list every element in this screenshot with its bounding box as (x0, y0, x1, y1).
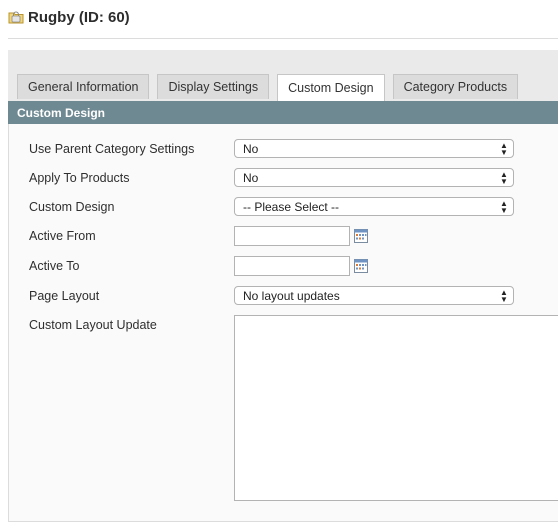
active-to-input[interactable] (234, 256, 350, 276)
page-layout-select[interactable]: No layout updates ▲ ▼ (234, 286, 514, 305)
active-from-input[interactable] (234, 226, 350, 246)
tab-strip: General Information Display Settings Cus… (8, 50, 558, 101)
calendar-icon[interactable] (354, 259, 368, 273)
tab-category-products[interactable]: Category Products (392, 74, 519, 99)
custom-design-label: Custom Design (29, 200, 115, 214)
active-from-label: Active From (29, 229, 96, 243)
active-to-label: Active To (29, 259, 80, 273)
custom-layout-update-label: Custom Layout Update (29, 318, 157, 332)
select-arrows-icon: ▲ ▼ (500, 288, 508, 304)
custom-design-select[interactable]: -- Please Select -- ▲ ▼ (234, 197, 514, 216)
folder-icon (8, 9, 24, 25)
select-arrows-icon: ▲ ▼ (500, 199, 508, 215)
apply-to-products-value: No (243, 170, 259, 185)
page-layout-value: No layout updates (243, 288, 340, 303)
tab-custom-design[interactable]: Custom Design (277, 74, 385, 101)
header-divider (8, 38, 558, 39)
tab-general-information[interactable]: General Information (17, 74, 150, 99)
use-parent-settings-value: No (243, 141, 259, 156)
page-title: Rugby (ID: 60) (28, 8, 130, 26)
apply-to-products-select[interactable]: No ▲ ▼ (234, 168, 514, 187)
use-parent-settings-select[interactable]: No ▲ ▼ (234, 139, 514, 158)
custom-layout-update-textarea[interactable] (234, 315, 558, 501)
select-arrows-icon: ▲ ▼ (500, 141, 508, 157)
use-parent-settings-label: Use Parent Category Settings (29, 142, 195, 156)
calendar-icon[interactable] (354, 229, 368, 243)
tab-display-settings[interactable]: Display Settings (157, 74, 270, 99)
apply-to-products-label: Apply To Products (29, 171, 130, 185)
select-arrows-icon: ▲ ▼ (500, 170, 508, 186)
section-title: Custom Design (8, 101, 558, 124)
page-layout-label: Page Layout (29, 289, 100, 303)
custom-design-value: -- Please Select -- (243, 199, 340, 214)
page-header: Rugby (ID: 60) (8, 6, 130, 28)
